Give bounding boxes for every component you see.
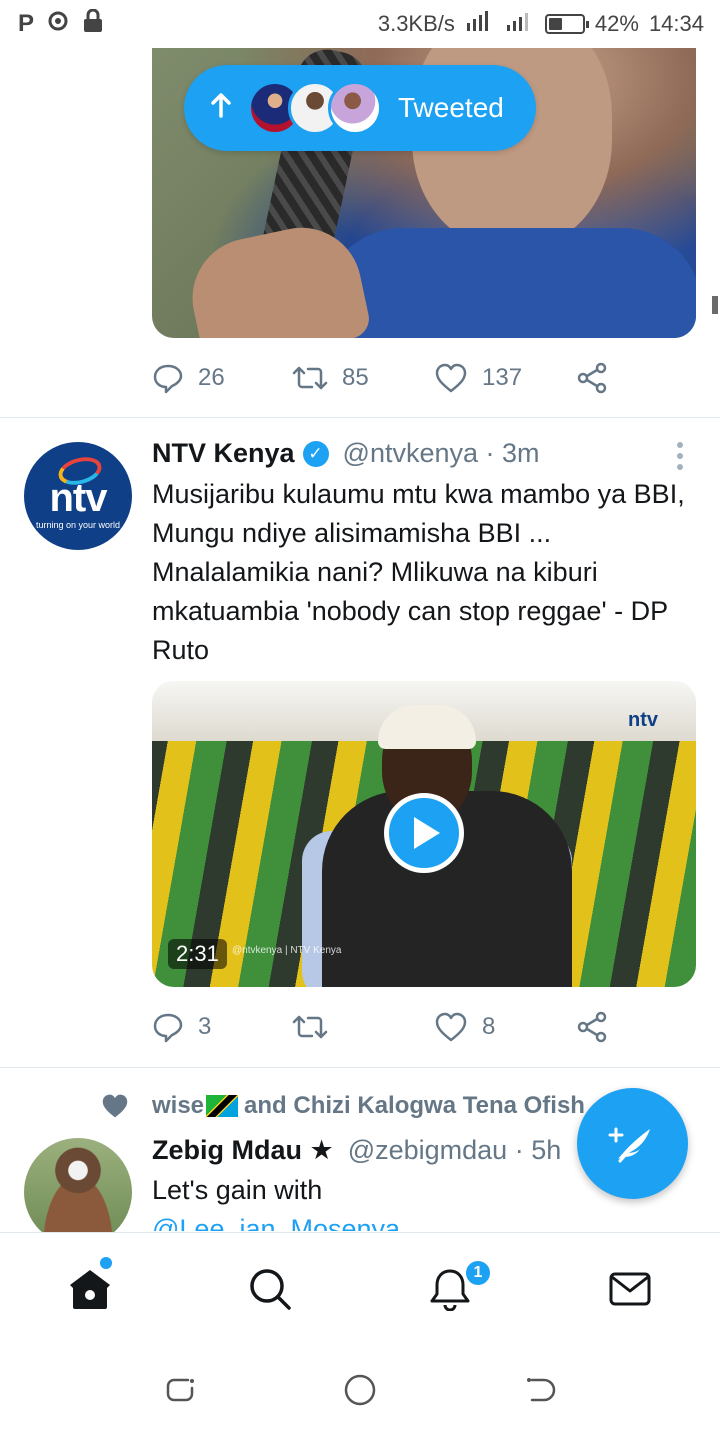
ntv-kenya-avatar[interactable]: ntv turning on your world [24,442,132,550]
bottom-tab-bar: 1 [0,1232,720,1344]
ntv-tagline: turning on your world [35,520,121,530]
tweet-text: Musijaribu kulaumu mtu kwa mambo ya BBI,… [152,479,685,665]
home-circle-icon [344,1374,376,1405]
tweet-actions: 3 8 [152,1007,622,1047]
share-icon [577,1011,607,1043]
reply-count: 3 [198,1013,212,1040]
author-handle: @zebigmdau · 5h [347,1135,562,1165]
retweet-button[interactable] [292,1011,434,1043]
reply-count: 26 [198,364,225,391]
play-button-icon[interactable] [384,793,464,873]
author-name[interactable]: NTV Kenya [152,438,295,469]
tweet-header: Zebig Mdau ★ @zebigmdau · 5h [152,1135,561,1166]
heart-icon [435,1012,467,1042]
share-icon [577,362,607,394]
retweet-button[interactable]: 85 [292,362,434,394]
battery-percent: 42% [594,11,639,36]
like-button[interactable]: 137 [434,362,576,394]
heart-filled-icon [102,1094,128,1118]
retweet-count: 85 [342,364,369,391]
video-duration: 2:31 [168,939,227,969]
retweet-icon [292,1015,328,1039]
reply-button[interactable]: 3 [152,1011,292,1043]
network-speed: 3.3KB/s [377,11,455,36]
tab-notifications[interactable]: 1 [360,1233,540,1344]
tab-search[interactable] [180,1233,360,1344]
recents-icon [166,1378,194,1401]
video-watermark: ntv [628,709,658,731]
compose-feather-icon [608,1127,650,1162]
back-button[interactable] [524,1374,556,1411]
signal-icon [465,9,495,39]
avatar [328,81,382,135]
status-bar: P 3.3KB/s 42% 14:34 [0,0,720,48]
mail-icon [609,1272,651,1305]
like-count: 8 [482,1013,496,1040]
new-tweets-pill[interactable]: Tweeted [184,65,536,151]
arrow-up-icon [210,92,238,125]
signal-icon-2 [505,9,535,39]
video-caption: @ntvkenya | NTV Kenya [232,945,342,956]
scroll-indicator [712,296,718,314]
tweet-actions: 26 85 137 [152,358,622,398]
home-icon [70,1269,110,1309]
status-left-icons: P [18,8,104,39]
divider [0,417,720,418]
system-navigation-bar [0,1344,720,1440]
tab-messages[interactable] [540,1233,720,1344]
zebig-avatar[interactable] [24,1138,132,1246]
heart-icon [435,363,467,393]
parking-icon: P [18,10,35,37]
clock: 14:34 [648,11,704,36]
author-handle: @ntvkenya · 3m [342,438,540,468]
author-name[interactable]: Zebig Mdau ★ [152,1135,334,1166]
share-button[interactable] [576,1011,608,1043]
reply-icon [153,364,183,394]
back-icon [527,1377,556,1401]
lock-icon [82,8,104,39]
battery-icon [544,14,589,34]
share-button[interactable] [576,362,608,394]
retweet-icon [292,366,328,390]
more-options-icon[interactable] [676,442,684,470]
reply-icon [153,1013,183,1043]
mention-link[interactable]: @Lee_ian_Mosenya [152,1210,697,1231]
compose-tweet-button[interactable] [577,1088,688,1199]
like-count: 137 [482,364,523,391]
status-right: 3.3KB/s 42% 14:34 [378,9,704,39]
tanzania-flag-icon [206,1095,239,1117]
new-content-dot [100,1257,112,1269]
tweet-header: NTV Kenya ✓ @ntvkenya · 3m [152,438,540,469]
social-context: wise and Chizi Kalogwa Tena Ofish [100,1092,585,1120]
notification-icon [46,9,70,39]
notification-badge: 1 [464,1259,492,1287]
like-button[interactable]: 8 [434,1011,576,1043]
pill-avatars [248,81,382,135]
search-icon [250,1268,291,1310]
reply-button[interactable]: 26 [152,362,292,394]
pill-label: Tweeted [398,92,504,123]
divider [0,1067,720,1068]
liked-by-rest[interactable]: and Chizi Kalogwa Tena Ofish [244,1092,585,1120]
tweet-video[interactable]: ntv 2:31 @ntvkenya | NTV Kenya [152,681,696,987]
verified-badge-icon: ✓ [302,440,329,467]
liked-by-name[interactable]: wise [152,1092,204,1120]
tab-home[interactable] [0,1233,180,1344]
home-button[interactable] [343,1373,377,1412]
recents-button[interactable] [164,1374,196,1411]
